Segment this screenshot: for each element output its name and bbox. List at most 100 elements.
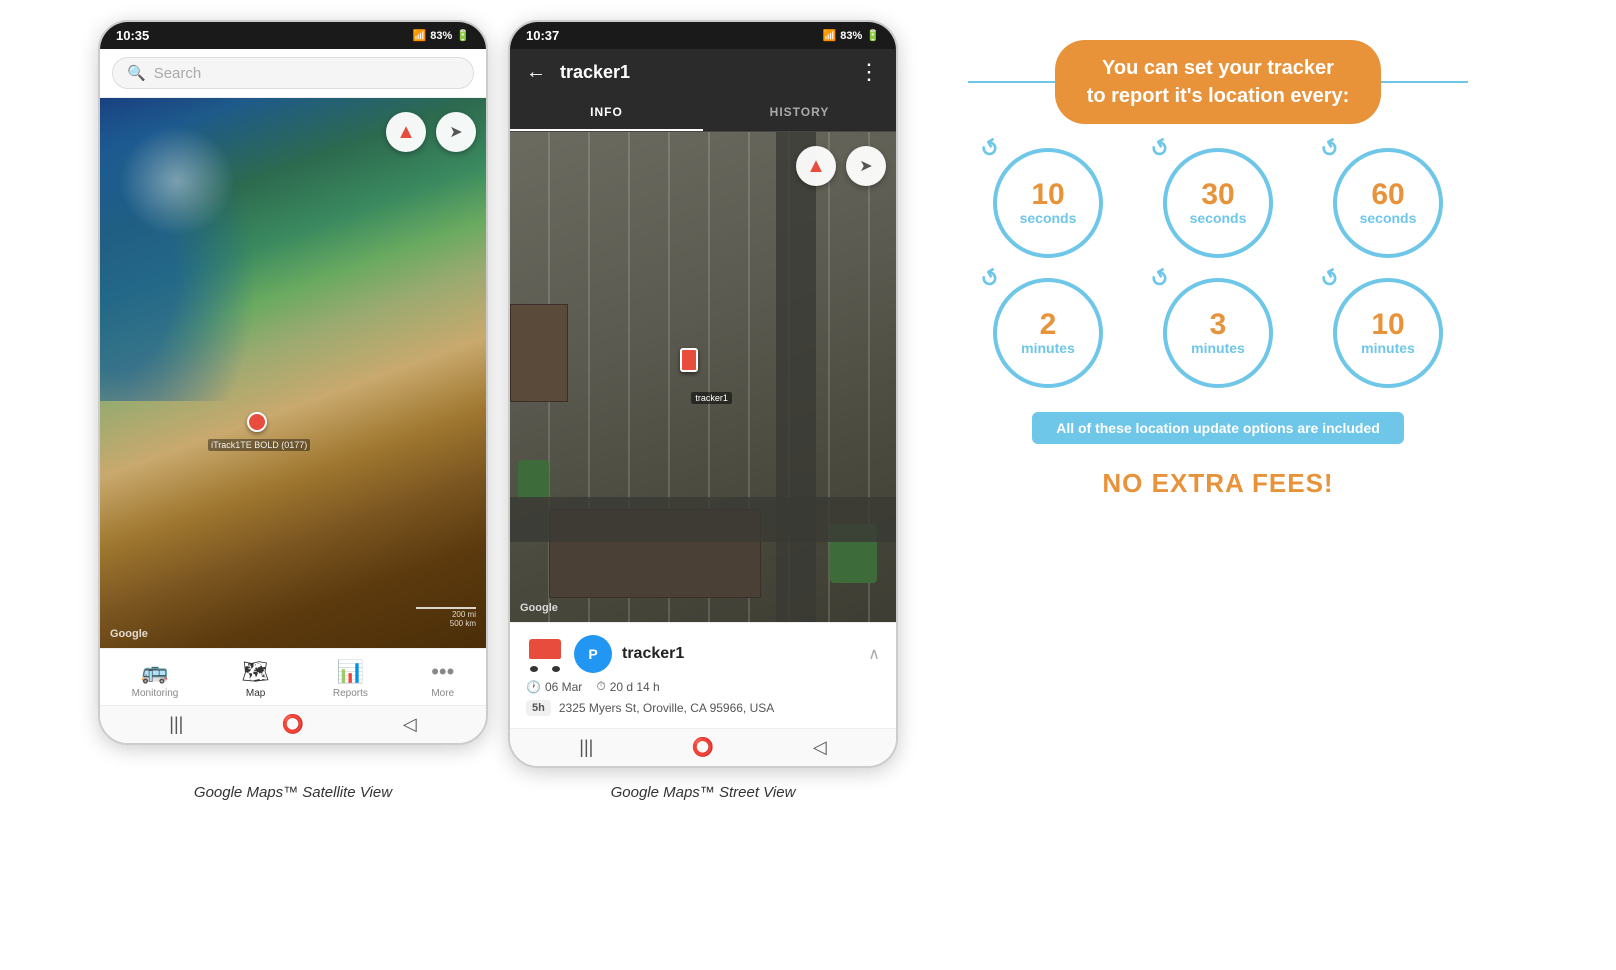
phone2-gesture-home-icon[interactable]: ⭕: [692, 737, 714, 758]
phone1-satellite-map[interactable]: ▲ ➤ iTrack1TE BOLD (0177) Google 200 mi …: [100, 98, 486, 648]
tab-history[interactable]: HISTORY: [703, 95, 896, 131]
phone2-header: ← tracker1 ⋮: [510, 49, 896, 95]
google-watermark: Google: [110, 628, 148, 640]
tracker-meta: 🕐 06 Mar ⏱ 20 d 14 h: [526, 679, 880, 694]
road-vertical: [776, 132, 816, 622]
phone2-wifi-icon: 📶: [823, 29, 837, 42]
back-button[interactable]: ←: [526, 61, 546, 84]
reports-icon: 📊: [337, 659, 364, 685]
wifi-icon: 📶: [413, 29, 427, 42]
info-title-line2: to report it's location every:: [1087, 82, 1350, 110]
circle-30sec: ↺ 30 seconds: [1163, 148, 1273, 258]
circle-60sec: ↺ 60 seconds: [1333, 148, 1443, 258]
scale-bottom: 500 km: [416, 619, 476, 628]
included-text: All of these location update options are…: [1056, 420, 1380, 436]
nav-monitoring-label: Monitoring: [132, 688, 179, 699]
more-icon: •••: [431, 659, 454, 685]
info-title-box: You can set your tracker to report it's …: [1055, 40, 1382, 124]
phone1-time: 10:35: [116, 28, 149, 43]
gesture-menu-icon[interactable]: |||: [169, 714, 183, 735]
road-horizontal: [510, 497, 896, 542]
circle-3min: ↺ 3 minutes: [1163, 278, 1273, 388]
tab-info[interactable]: INFO: [510, 95, 703, 131]
phone2-gesture-menu-icon[interactable]: |||: [579, 737, 593, 758]
no-fees-text: NO EXTRA FEES!: [1102, 468, 1333, 499]
phone2-aerial-map[interactable]: ▲ ➤ tracker1 Google: [510, 132, 896, 622]
phone2-gesture-back-icon[interactable]: ◁: [813, 737, 827, 758]
nav-map-label: Map: [246, 688, 265, 699]
included-banner: All of these location update options are…: [1032, 412, 1404, 444]
phone2-compass-button[interactable]: ▲: [796, 146, 836, 186]
nav-reports-label: Reports: [333, 688, 368, 699]
nav-monitoring[interactable]: 🚌 Monitoring: [132, 659, 179, 699]
phone2-car-marker[interactable]: [680, 348, 698, 372]
arrow-30sec: ↺: [1146, 133, 1175, 165]
phone2-location-button[interactable]: ➤: [846, 146, 886, 186]
arrow-10sec: ↺: [976, 133, 1005, 165]
tracker-car-icon: [526, 635, 564, 673]
phone1-nav-bar: 🚌 Monitoring 🗺 Map 📊 Reports ••• More: [100, 648, 486, 705]
tracker-address: 2325 Myers St, Oroville, CA 95966, USA: [559, 701, 774, 715]
captions-row: Google Maps™ Satellite View Google Maps™…: [98, 778, 918, 801]
gesture-back-icon[interactable]: ◁: [403, 714, 417, 735]
timer-icon: ⏱: [596, 679, 605, 694]
nav-more[interactable]: ••• More: [431, 659, 454, 699]
green-area-2: [518, 460, 549, 499]
phone2-tracker-label: tracker1: [691, 392, 732, 404]
phone1-status-bar: 10:35 📶 83% 🔋: [100, 22, 486, 49]
clock-icon: 🕐: [526, 680, 541, 694]
monitoring-icon: 🚌: [141, 659, 168, 685]
phone2-tracker-title: tracker1: [560, 62, 844, 83]
compass-icon: ▲: [396, 121, 416, 144]
tracker-info-card: P tracker1 ∧ 🕐 06 Mar ⏱ 20 d 14 h: [510, 622, 896, 728]
meta-duration: ⏱ 20 d 14 h: [596, 679, 659, 694]
scale-top: 200 mi: [416, 610, 476, 619]
arrow-60sec: ↺: [1316, 133, 1345, 165]
circle-10min: ↺ 10 minutes: [1333, 278, 1443, 388]
search-placeholder: Search: [154, 65, 202, 82]
meta-date: 🕐 06 Mar: [526, 679, 582, 694]
nav-reports[interactable]: 📊 Reports: [333, 659, 368, 699]
collapse-arrow-icon[interactable]: ∧: [868, 644, 880, 664]
circles-grid: ↺ 10 seconds ↺ 30 seconds ↺ 60 seconds ↺: [978, 148, 1458, 388]
nav-more-label: More: [431, 688, 454, 699]
arrow-10min: ↺: [1316, 263, 1345, 295]
phone1-gesture-bar: ||| ⭕ ◁: [100, 705, 486, 743]
battery-icon: 🔋: [456, 29, 470, 42]
tracker-date: 06 Mar: [545, 680, 582, 694]
phone1-status-icons: 📶 83% 🔋: [413, 29, 470, 42]
tracker-name: tracker1: [622, 645, 684, 663]
phone2-gesture-bar: ||| ⭕ ◁: [510, 728, 896, 766]
tracker-avatar: P: [574, 635, 612, 673]
tracker-label: iTrack1TE BOLD (0177): [208, 439, 310, 451]
phone2-status-icons: 📶 83% 🔋: [823, 29, 880, 42]
circle-10sec: ↺ 10 seconds: [993, 148, 1103, 258]
map-icon: 🗺: [242, 659, 270, 685]
battery-text: 83%: [430, 30, 452, 42]
phone2-google-watermark: Google: [520, 602, 558, 614]
tracker-duration: 20 d 14 h: [610, 680, 660, 694]
tracker-avatar-letter: P: [588, 646, 597, 662]
compass-button[interactable]: ▲: [386, 112, 426, 152]
phone1-satellite: 10:35 📶 83% 🔋 🔍 Search: [98, 20, 488, 745]
caption-satellite: Google Maps™ Satellite View: [98, 778, 488, 801]
location-arrow-icon: ➤: [449, 122, 462, 142]
nav-map[interactable]: 🗺 Map: [242, 659, 270, 699]
title-container: You can set your tracker to report it's …: [968, 40, 1468, 124]
location-button[interactable]: ➤: [436, 112, 476, 152]
phone2-battery-text: 83%: [840, 30, 862, 42]
phone2-time: 10:37: [526, 28, 559, 43]
arrow-2min: ↺: [976, 263, 1005, 295]
search-input[interactable]: 🔍 Search: [112, 57, 474, 89]
phone2-status-bar: 10:37 📶 83% 🔋: [510, 22, 896, 49]
menu-button[interactable]: ⋮: [858, 59, 880, 85]
arrow-3min: ↺: [1146, 263, 1175, 295]
scale-bar: 200 mi 500 km: [416, 607, 476, 628]
caption-aerial: Google Maps™ Street View: [508, 778, 898, 801]
tracker-address-row: 5h 2325 Myers St, Oroville, CA 95966, US…: [526, 700, 880, 716]
info-title-line1: You can set your tracker: [1087, 54, 1350, 82]
phone1-search-bar: 🔍 Search: [100, 49, 486, 98]
search-icon: 🔍: [127, 64, 146, 82]
gesture-home-icon[interactable]: ⭕: [282, 714, 304, 735]
tracker-pin[interactable]: [247, 412, 267, 432]
